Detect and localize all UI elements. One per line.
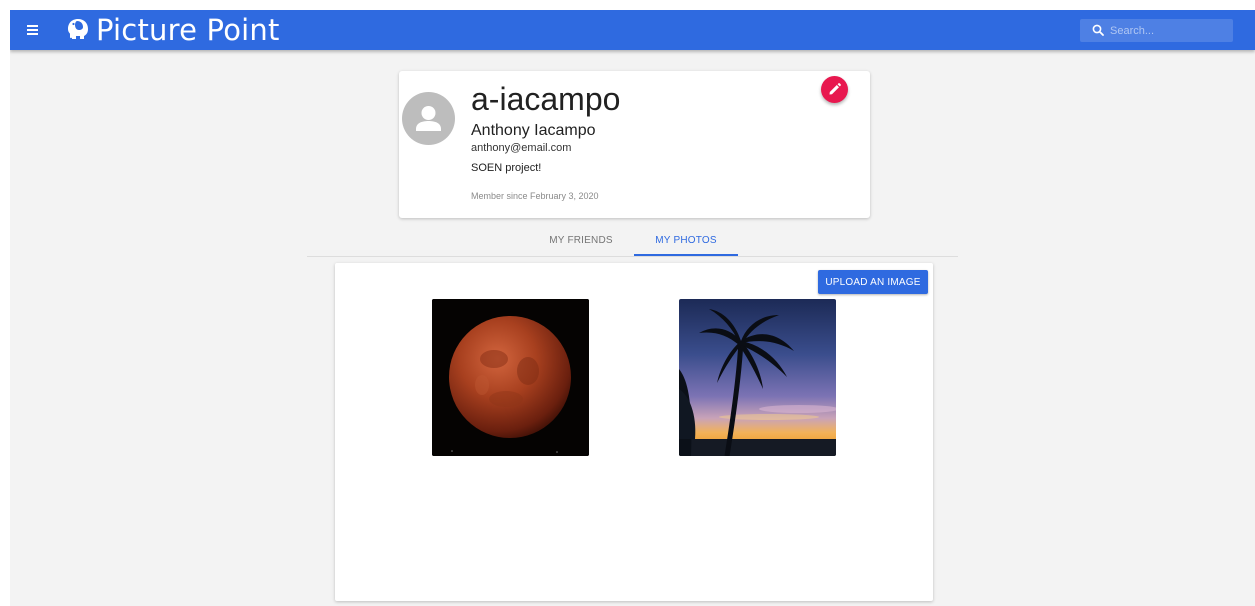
tab-my-friends[interactable]: MY FRIENDS [529, 229, 633, 256]
palm-sunset-image [679, 299, 836, 456]
profile-bio: SOEN project! [471, 162, 542, 174]
elephant-icon [68, 19, 88, 39]
blood-moon-image [432, 299, 589, 456]
app-title[interactable]: Picture Point [96, 13, 280, 47]
search-box[interactable] [1080, 19, 1233, 42]
profile-username: a-iacampo [471, 81, 621, 117]
avatar [402, 92, 455, 145]
app-bar: Picture Point [10, 10, 1255, 50]
search-icon [1092, 24, 1104, 36]
upload-image-button[interactable]: UPLOAD AN IMAGE [818, 270, 928, 294]
edit-profile-button[interactable] [821, 76, 848, 103]
hamburger-menu-icon[interactable] [24, 20, 42, 40]
photos-panel: UPLOAD AN IMAGE [335, 263, 933, 601]
tab-my-photos[interactable]: MY PHOTOS [634, 229, 738, 256]
photo-palm-sunset[interactable] [679, 299, 836, 456]
profile-full-name: Anthony Iacampo [471, 122, 596, 139]
app-window: Picture Point a-iacampo Anthony Iacampo … [10, 10, 1255, 606]
person-icon [416, 106, 441, 131]
profile-card: a-iacampo Anthony Iacampo anthony@email.… [399, 71, 870, 218]
photo-blood-moon[interactable] [432, 299, 589, 456]
pencil-icon [829, 83, 841, 95]
member-since: Member since February 3, 2020 [471, 191, 599, 201]
profile-email: anthony@email.com [471, 142, 572, 154]
search-input[interactable] [1110, 19, 1228, 42]
profile-tabs: MY FRIENDS MY PHOTOS [307, 229, 958, 257]
